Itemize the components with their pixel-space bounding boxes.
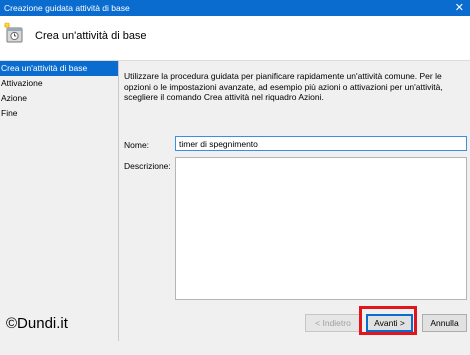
description-input[interactable] — [175, 157, 467, 300]
task-wizard-icon — [4, 22, 23, 43]
name-input[interactable] — [175, 136, 467, 151]
page-title: Crea un'attività di base — [35, 30, 147, 42]
description-label: Descrizione: — [124, 161, 171, 171]
title-bar: Creazione guidata attività di base ✕ — [0, 0, 470, 16]
wizard-content: Utilizzare la procedura guidata per pian… — [118, 61, 470, 341]
back-button[interactable]: < Indietro — [305, 314, 361, 332]
step-create-basic-task[interactable]: Crea un'attività di base — [0, 61, 118, 76]
name-label: Nome: — [124, 140, 150, 150]
step-trigger[interactable]: Attivazione — [0, 76, 118, 91]
step-action[interactable]: Azione — [0, 91, 118, 106]
instructions-text: Utilizzare la procedura guidata per pian… — [124, 71, 443, 102]
next-button[interactable]: Avanti > — [366, 314, 413, 332]
close-icon[interactable]: ✕ — [455, 1, 464, 15]
window-title: Creazione guidata attività di base — [4, 3, 130, 13]
step-finish[interactable]: Fine — [0, 106, 118, 121]
cancel-button[interactable]: Annulla — [422, 314, 467, 332]
watermark: ©Dundi.it — [6, 315, 68, 332]
wizard-steps-nav: Crea un'attività di base Attivazione Azi… — [0, 61, 118, 341]
wizard-header: Crea un'attività di base — [0, 16, 470, 61]
